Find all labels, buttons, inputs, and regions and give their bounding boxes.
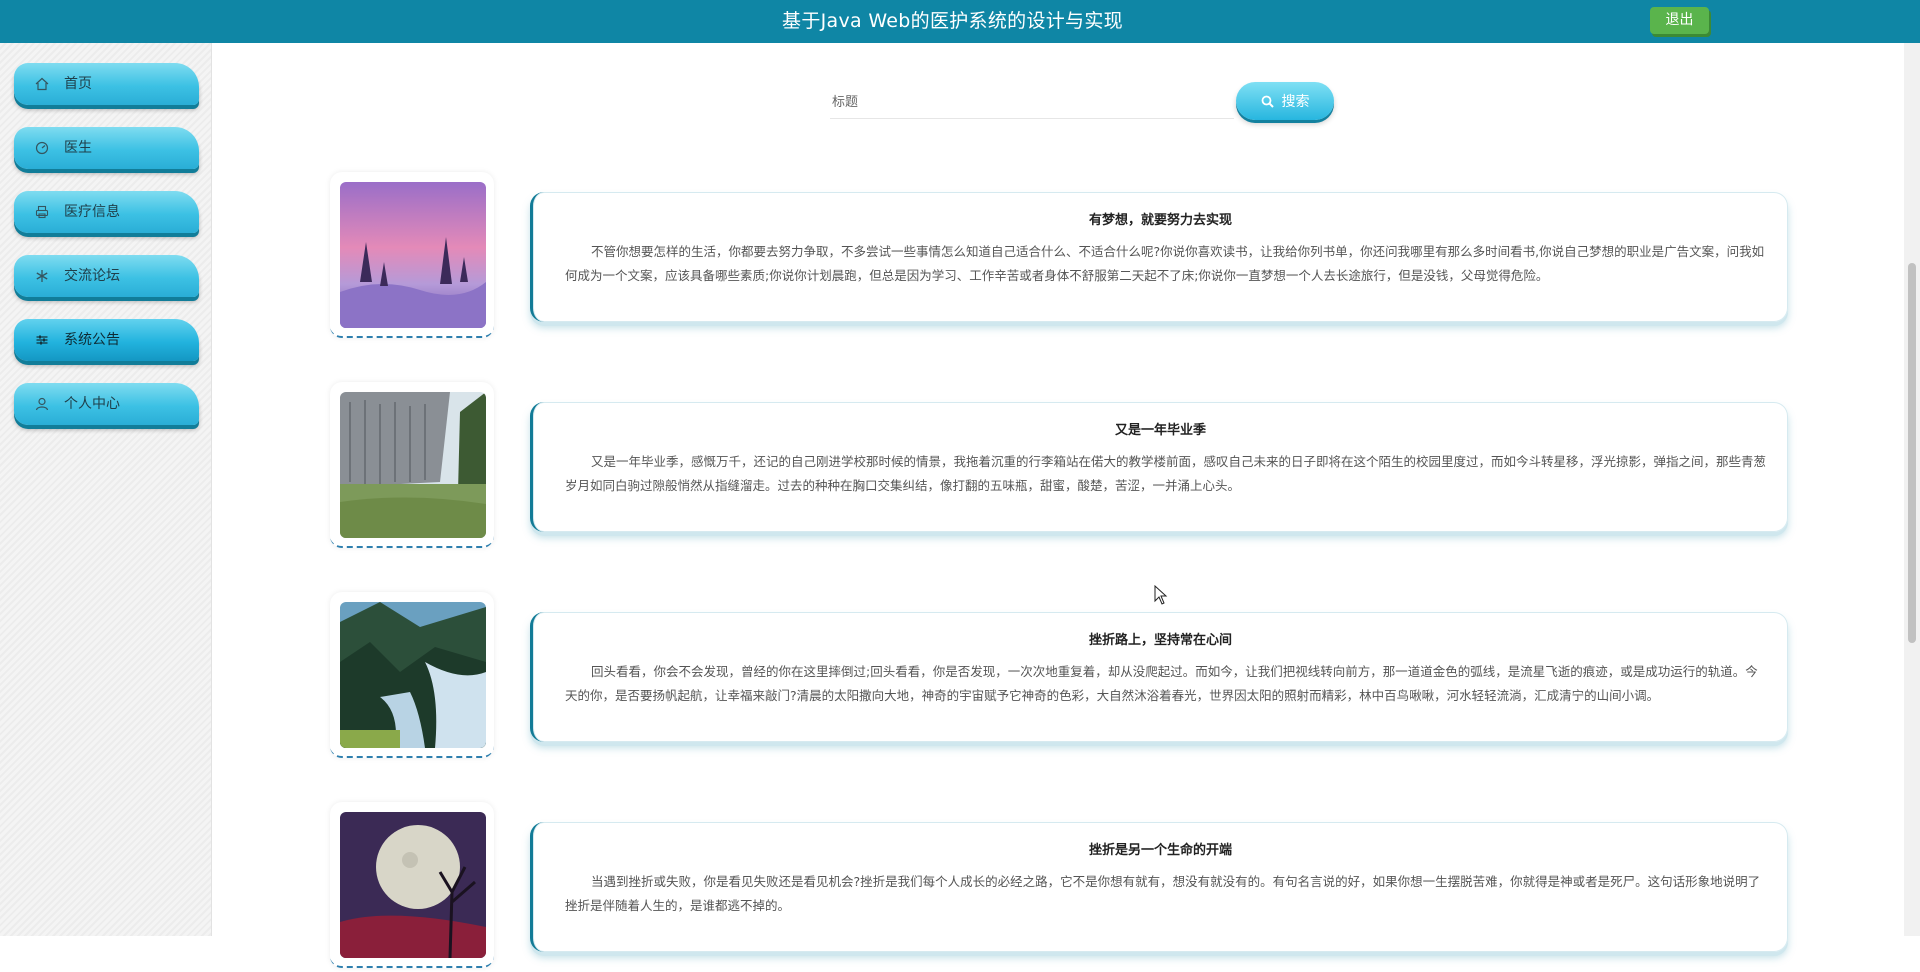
user-icon (34, 383, 50, 425)
notice-thumbnail[interactable] (330, 592, 494, 758)
notice-image (340, 602, 486, 748)
notice-image (340, 182, 486, 328)
sidebar-item-label: 医生 (64, 140, 92, 156)
search-button-label: 搜索 (1281, 94, 1310, 110)
sidebar-item-home[interactable]: 首页 (14, 63, 199, 105)
notice-text: 不管你想要怎样的生活，你都要去努力争取，不多尝试一些事情怎么知道自己适合什么、不… (565, 244, 1765, 283)
home-icon (34, 63, 50, 105)
mouse-cursor-icon (1154, 585, 1168, 605)
scrollbar-thumb[interactable] (1908, 263, 1916, 643)
snowflake-icon (34, 255, 50, 297)
sidebar-item-label: 医疗信息 (64, 204, 120, 220)
notice-title[interactable]: 又是一年毕业季 (533, 419, 1788, 438)
search-input[interactable] (830, 86, 1234, 119)
notice-text: 又是一年毕业季，感慨万千，还记的自己刚进学校那时候的情景，我拖着沉重的行李箱站在… (565, 454, 1767, 493)
app-title: 基于Java Web的医护系统的设计与实现 (782, 10, 1123, 32)
notice-card[interactable]: 又是一年毕业季 又是一年毕业季，感慨万千，还记的自己刚进学校那时候的情景，我拖着… (330, 382, 1788, 552)
notice-title[interactable]: 有梦想，就要努力去实现 (533, 209, 1788, 228)
sliders-icon (34, 319, 50, 361)
notice-content-box: 挫折路上，坚持常在心间 回头看看，你会不会发现，曾经的你在这里摔倒过;回头看看，… (530, 612, 1788, 742)
notice-image (340, 812, 486, 958)
sidebar-item-forum[interactable]: 交流论坛 (14, 255, 199, 297)
top-bar: 基于Java Web的医护系统的设计与实现 退出 (0, 0, 1920, 43)
notice-content-box: 又是一年毕业季 又是一年毕业季，感慨万千，还记的自己刚进学校那时候的情景，我拖着… (530, 402, 1788, 532)
sidebar-item-label: 交流论坛 (64, 268, 120, 284)
search-button[interactable]: 搜索 (1236, 82, 1334, 120)
notice-text: 回头看看，你会不会发现，曾经的你在这里摔倒过;回头看看，你是否发现，一次次地重复… (565, 664, 1758, 703)
notice-card[interactable]: 挫折是另一个生命的开端 当遇到挫折或失败，你是看见失败还是看见机会?挫折是我们每… (330, 802, 1788, 972)
search-icon (1261, 95, 1274, 108)
sidebar-item-label: 首页 (64, 76, 92, 92)
sidebar-item-label: 系统公告 (64, 332, 120, 348)
print-icon (34, 191, 50, 233)
notice-content-box: 有梦想，就要努力去实现 不管你想要怎样的生活，你都要去努力争取，不多尝试一些事情… (530, 192, 1788, 322)
page-scrollbar[interactable] (1904, 43, 1920, 936)
sidebar-item-doctors[interactable]: 医生 (14, 127, 199, 169)
notice-text: 当遇到挫折或失败，你是看见失败还是看见机会?挫折是我们每个人成长的必经之路，它不… (565, 874, 1761, 913)
sidebar-item-profile[interactable]: 个人中心 (14, 383, 199, 425)
notice-thumbnail[interactable] (330, 382, 494, 548)
notice-card[interactable]: 挫折路上，坚持常在心间 回头看看，你会不会发现，曾经的你在这里摔倒过;回头看看，… (330, 592, 1788, 762)
notice-title[interactable]: 挫折路上，坚持常在心间 (533, 629, 1788, 648)
sidebar-item-medical-info[interactable]: 医疗信息 (14, 191, 199, 233)
logout-button[interactable]: 退出 (1650, 7, 1709, 34)
sidebar-item-label: 个人中心 (64, 396, 120, 412)
notice-thumbnail[interactable] (330, 172, 494, 338)
sidebar-item-announcements[interactable]: 系统公告 (14, 319, 199, 361)
sidebar: 首页 医生 医疗信息 交流论坛 系统公告 个人中心 (0, 43, 212, 936)
notice-card[interactable]: 有梦想，就要努力去实现 不管你想要怎样的生活，你都要去努力争取，不多尝试一些事情… (330, 172, 1788, 342)
notice-title[interactable]: 挫折是另一个生命的开端 (533, 839, 1788, 858)
notice-image (340, 392, 486, 538)
notice-content-box: 挫折是另一个生命的开端 当遇到挫折或失败，你是看见失败还是看见机会?挫折是我们每… (530, 822, 1788, 952)
notice-thumbnail[interactable] (330, 802, 494, 968)
dashboard-icon (34, 127, 50, 169)
